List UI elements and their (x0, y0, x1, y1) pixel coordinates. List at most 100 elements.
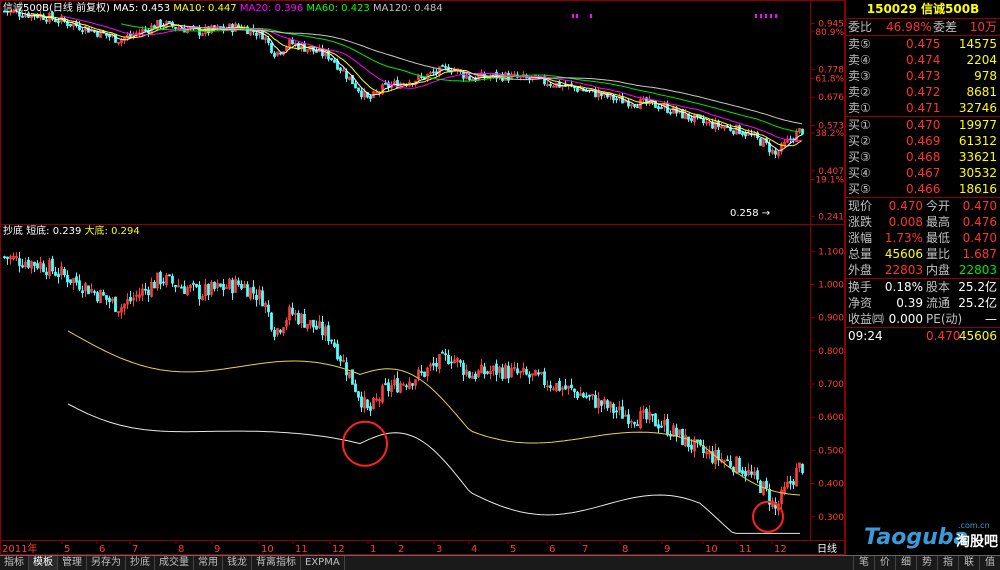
candle-body (759, 138, 762, 146)
candle-body (69, 279, 72, 283)
candle-body (195, 283, 198, 287)
candle-body (528, 374, 531, 378)
tab-1[interactable]: 模板 (29, 556, 58, 570)
month-label: 12 (332, 544, 345, 555)
tick-volume: 45606 (958, 329, 997, 343)
indicator-axis-label: 0.300 (818, 513, 844, 523)
right-tab-1[interactable]: 价 (874, 556, 895, 570)
price-axis-label: 61.8% (815, 74, 844, 84)
candle-body (615, 98, 618, 101)
sell-order-4-volume: 2204 (966, 53, 997, 67)
candle-body (690, 444, 693, 450)
bottom-marker-circle (752, 500, 784, 533)
candle-body (357, 87, 360, 92)
right-tab-5[interactable]: 联 (958, 556, 979, 570)
tab-0[interactable]: 指标 (0, 556, 29, 570)
low-price-label: 0.258 → (730, 208, 770, 219)
sell-order-2: 卖② 0.472 8681 (846, 84, 1000, 100)
quote-panel: 150029 信诚500B 委比 46.98% 委差 10万 卖⑤ 0.475 14… (845, 0, 1000, 555)
tab-7[interactable]: 钱龙 (223, 556, 252, 570)
right-tab-3[interactable]: 势 (916, 556, 937, 570)
candle-body (621, 96, 624, 104)
candle-body (585, 395, 588, 398)
buy-order-1-volume: 19977 (958, 118, 997, 132)
sell-order-3-label: 卖③ (848, 69, 871, 83)
stat-3: 总量 45606 量比 1.687 (846, 246, 1000, 262)
tab-8[interactable]: 背离指标 (252, 556, 301, 570)
candle-body (657, 424, 660, 429)
candle-body (339, 356, 342, 362)
candle-body (450, 361, 453, 364)
buy-order-2-volume: 61312 (958, 134, 997, 148)
stat-4-value-2: 22803 (958, 263, 997, 277)
sell-order-4-label: 卖④ (848, 53, 871, 67)
stat2-0: 换手 0.18% 股本 25.2亿 (846, 279, 1000, 295)
tab-5[interactable]: 成交量 (155, 556, 194, 570)
candle-body (180, 286, 183, 289)
candle-body (159, 19, 162, 28)
candle-body (636, 106, 639, 109)
right-tab-2[interactable]: 细 (895, 556, 916, 570)
candle-body (633, 422, 636, 425)
candle-body (801, 463, 804, 474)
weicha-value: 10万 (969, 20, 997, 34)
buy-order-5-volume: 18616 (958, 182, 997, 196)
buy-order-1: 买① 0.470 19977 (846, 117, 1000, 133)
indicator-axis-label: 1.100 (818, 247, 844, 257)
tab-3[interactable]: 另存为 (87, 556, 126, 570)
buy-order-5: 买⑤ 0.466 18616 (846, 181, 1000, 197)
right-tab-6[interactable]: 值 (979, 556, 1000, 570)
candle-body (18, 258, 21, 266)
candle-body (792, 481, 795, 485)
tab-6[interactable]: 常用 (194, 556, 223, 570)
period-label[interactable]: 日线 (817, 542, 837, 555)
candle-body (102, 292, 105, 296)
candle-body (495, 363, 498, 375)
candle-body (516, 368, 519, 374)
candle-body (339, 67, 342, 71)
buy-order-2-price: 0.469 (906, 134, 941, 148)
candle-body (756, 470, 759, 480)
candle-body (729, 461, 732, 467)
main-chart-header: 信诚500B(日线 前复权) MA5: 0.453 MA10: 0.447 MA… (3, 1, 443, 14)
candle-body (144, 29, 147, 32)
candle-body (87, 285, 90, 295)
stat-0: 现价 0.470 今开 0.470 (846, 198, 1000, 214)
right-tab-0[interactable]: 笔 (853, 556, 874, 570)
candle-body (738, 457, 741, 473)
buy-order-1-label: 买① (848, 118, 871, 132)
stat-3-value-2: 1.687 (962, 247, 997, 261)
candle-body (486, 371, 489, 374)
candle-body (675, 427, 678, 437)
kline-chart[interactable]: 0.258 →0.94580.9%0.77861.8%0.6760.57338.… (0, 0, 845, 555)
candle-body (108, 297, 111, 303)
candle-body (447, 66, 450, 73)
candle-body (444, 65, 447, 68)
candle-body (627, 414, 630, 424)
candle-body (606, 400, 609, 409)
candle-body (612, 403, 615, 413)
sell-order-3-volume: 978 (974, 69, 997, 83)
candle-body (573, 388, 576, 392)
candle-body (36, 263, 39, 269)
candle-body (81, 30, 84, 32)
candle-body (423, 371, 426, 377)
candle-body (21, 265, 24, 268)
candle-body (261, 30, 264, 40)
candle-body (360, 396, 363, 408)
right-tab-4[interactable]: 指 (937, 556, 958, 570)
month-label: 8 (622, 544, 628, 555)
tab-9[interactable]: EXPMA (301, 556, 345, 570)
tab-4[interactable]: 抄底 (126, 556, 155, 570)
buy-orders: 买① 0.470 19977 买② 0.469 61312 买③ 0.468 33621 买④ 0.… (846, 116, 1000, 197)
candle-body (159, 271, 162, 285)
candle-body (633, 105, 636, 107)
tab-2[interactable]: 管理 (58, 556, 87, 570)
candle-body (696, 114, 699, 117)
candle-body (57, 273, 60, 278)
candle-body (564, 385, 567, 390)
candle-body (366, 399, 369, 409)
buy-order-3-price: 0.468 (906, 150, 941, 164)
stat-4: 外盘 22803 内盘 22803 (846, 262, 1000, 278)
candle-body (405, 385, 408, 388)
